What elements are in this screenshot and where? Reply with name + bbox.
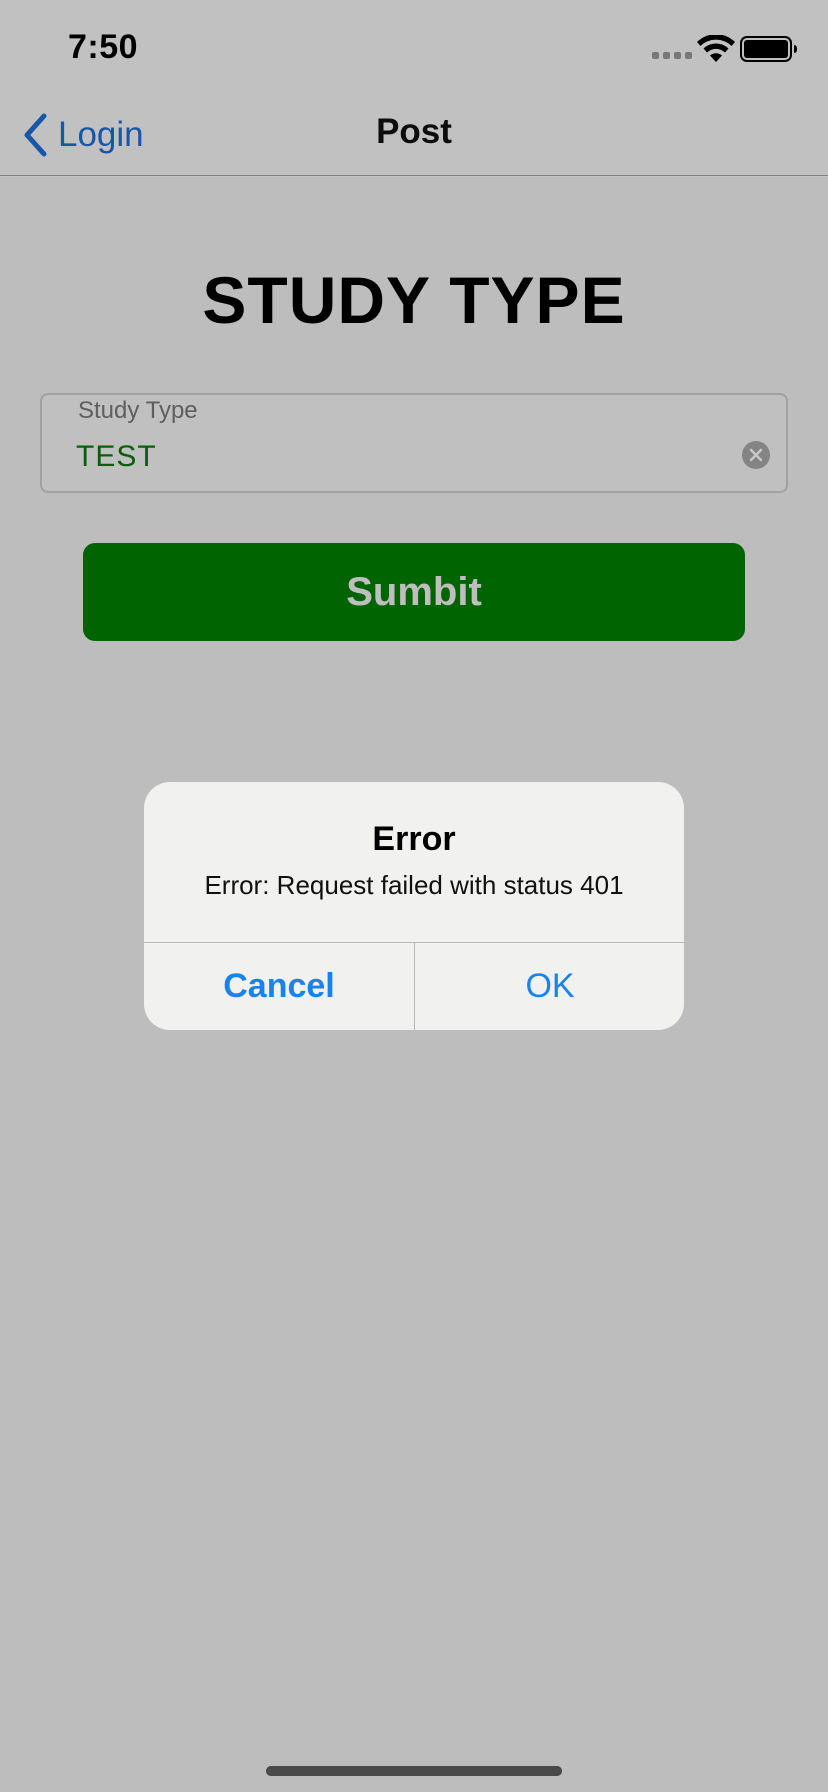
error-alert-dialog: Error Error: Request failed with status … <box>144 782 684 1030</box>
alert-title: Error <box>372 820 456 858</box>
home-indicator <box>266 1766 562 1776</box>
alert-ok-button[interactable]: OK <box>415 943 684 1030</box>
alert-cancel-button[interactable]: Cancel <box>144 943 414 1030</box>
alert-message: Error: Request failed with status 401 <box>204 870 624 900</box>
